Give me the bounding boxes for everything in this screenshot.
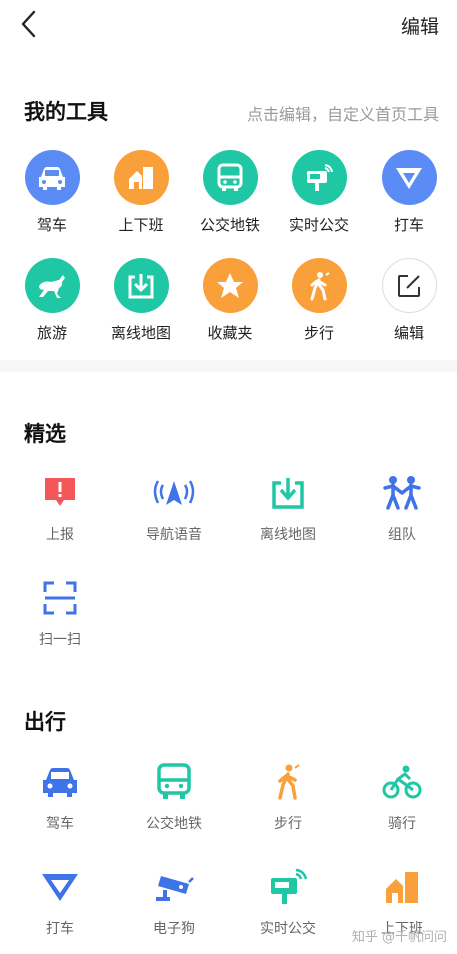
star-icon xyxy=(202,258,258,313)
download-icon xyxy=(265,470,311,516)
featured-title: 精选 xyxy=(24,422,66,446)
bike-icon xyxy=(379,759,425,805)
walk-icon xyxy=(291,258,347,313)
tool-label: 编辑 xyxy=(393,324,424,342)
tool-label: 打车 xyxy=(393,216,424,234)
car-icon xyxy=(24,150,80,205)
top-bar: 编辑 xyxy=(0,0,457,50)
home-office-icon xyxy=(113,150,169,205)
tool-label: 收藏夹 xyxy=(207,324,253,342)
feature-label: 导航语音 xyxy=(146,527,202,543)
tool-travel[interactable]: 旅游 xyxy=(9,258,95,343)
feature-label: 组队 xyxy=(388,527,416,543)
travel-transit[interactable]: 公交地铁 xyxy=(124,759,224,833)
feature-label: 离线地图 xyxy=(260,527,316,543)
tool-label: 旅游 xyxy=(36,324,67,342)
tool-transit[interactable]: 公交地铁 xyxy=(187,150,273,235)
feature-team[interactable]: 组队 xyxy=(352,470,452,544)
tool-label: 实时公交 xyxy=(288,216,349,234)
team-icon xyxy=(379,470,425,516)
taxi-icon xyxy=(381,150,437,205)
bus-icon xyxy=(151,759,197,805)
feature-label: 打车 xyxy=(46,921,74,937)
travel-taxi[interactable]: 打车 xyxy=(10,864,110,938)
feature-label: 电子狗 xyxy=(153,921,195,937)
bus-icon xyxy=(202,150,258,205)
feature-nav-voice[interactable]: 导航语音 xyxy=(124,470,224,544)
feature-offline-map[interactable]: 离线地图 xyxy=(238,470,338,544)
camera-icon xyxy=(151,864,197,910)
feature-label: 上报 xyxy=(46,527,74,543)
feature-label: 扫一扫 xyxy=(39,632,81,648)
navigation-voice-icon xyxy=(151,470,197,516)
edit-icon xyxy=(381,258,437,313)
tool-label: 离线地图 xyxy=(110,324,171,342)
my-tools-title: 我的工具 xyxy=(24,100,108,124)
feature-scan[interactable]: 扫一扫 xyxy=(10,575,110,649)
travel-title: 出行 xyxy=(24,710,66,734)
scan-icon xyxy=(37,575,83,621)
feature-report[interactable]: 上报 xyxy=(10,470,110,544)
edit-button[interactable]: 编辑 xyxy=(401,12,439,39)
bus-stop-icon xyxy=(291,150,347,205)
tool-taxi[interactable]: 打车 xyxy=(366,150,452,235)
feature-label: 实时公交 xyxy=(260,921,316,937)
tool-label: 上下班 xyxy=(118,216,164,234)
tool-label: 步行 xyxy=(303,324,334,342)
back-arrow-icon[interactable] xyxy=(14,8,46,40)
home-office-icon xyxy=(379,864,425,910)
report-icon xyxy=(37,470,83,516)
watermark: 知乎 @千帆问问 xyxy=(351,930,447,945)
tool-label: 驾车 xyxy=(36,216,67,234)
tool-offline-map[interactable]: 离线地图 xyxy=(98,258,184,343)
feature-label: 骑行 xyxy=(388,816,416,832)
tool-favorites[interactable]: 收藏夹 xyxy=(187,258,273,343)
tool-walk[interactable]: 步行 xyxy=(276,258,362,343)
tool-realtime-bus[interactable]: 实时公交 xyxy=(276,150,362,235)
travel-drive[interactable]: 驾车 xyxy=(10,759,110,833)
download-icon xyxy=(113,258,169,313)
travel-bike[interactable]: 骑行 xyxy=(352,759,452,833)
travel-walk[interactable]: 步行 xyxy=(238,759,338,833)
tool-edit[interactable]: 编辑 xyxy=(366,258,452,343)
feature-label: 步行 xyxy=(274,816,302,832)
travel-realtime-bus[interactable]: 实时公交 xyxy=(238,864,338,938)
travel-speed-camera[interactable]: 电子狗 xyxy=(124,864,224,938)
taxi-icon xyxy=(37,864,83,910)
feature-label: 公交地铁 xyxy=(146,816,202,832)
tool-commute[interactable]: 上下班 xyxy=(98,150,184,235)
tool-label: 公交地铁 xyxy=(199,216,260,234)
my-tools-hint: 点击编辑，自定义首页工具 xyxy=(246,105,439,124)
tool-drive[interactable]: 驾车 xyxy=(9,150,95,235)
horse-icon xyxy=(24,258,80,313)
walk-icon xyxy=(265,759,311,805)
bus-stop-icon xyxy=(265,864,311,910)
car-icon xyxy=(37,759,83,805)
feature-label: 驾车 xyxy=(46,816,74,832)
section-divider xyxy=(0,360,457,372)
